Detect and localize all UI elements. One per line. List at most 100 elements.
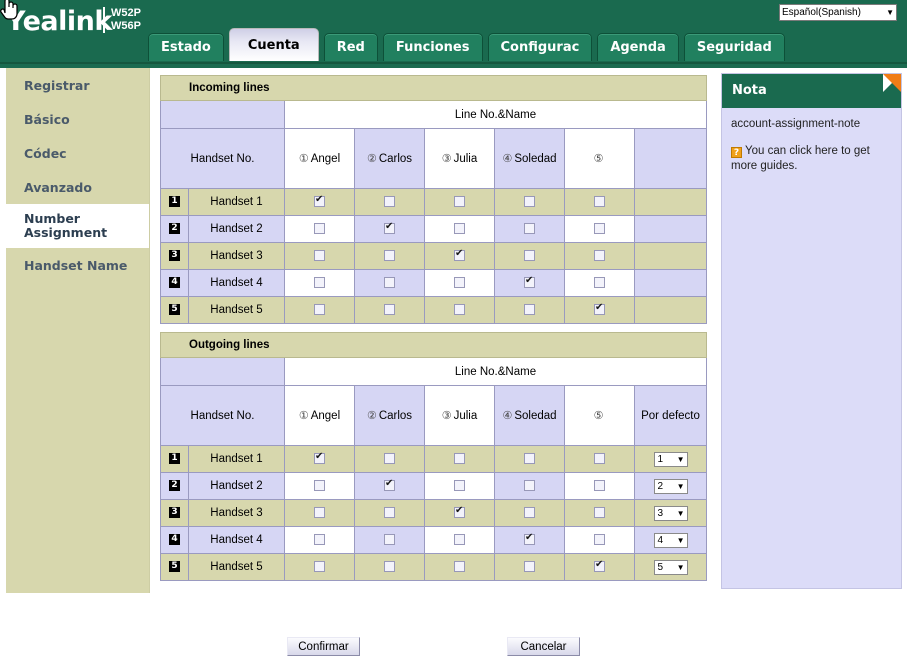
checkbox-unchecked[interactable] <box>384 561 395 572</box>
checkbox-unchecked[interactable] <box>524 453 535 464</box>
incoming-checkbox-cell[interactable] <box>565 243 635 270</box>
checkbox-unchecked[interactable] <box>384 304 395 315</box>
checkbox-unchecked[interactable] <box>524 223 535 234</box>
incoming-checkbox-cell[interactable] <box>425 243 495 270</box>
incoming-checkbox-cell[interactable] <box>355 243 425 270</box>
tab-estado[interactable]: Estado <box>148 33 224 61</box>
note-guide-line[interactable]: ?You can click here to get more guides. <box>731 144 892 174</box>
checkbox-unchecked[interactable] <box>594 250 605 261</box>
outgoing-checkbox-cell[interactable] <box>495 473 565 500</box>
checkbox-checked[interactable] <box>384 480 395 491</box>
confirm-button[interactable]: Confirmar <box>287 637 360 656</box>
checkbox-checked[interactable] <box>384 223 395 234</box>
outgoing-checkbox-cell[interactable] <box>565 554 635 581</box>
checkbox-checked[interactable] <box>314 196 325 207</box>
incoming-checkbox-cell[interactable] <box>355 216 425 243</box>
incoming-checkbox-cell[interactable] <box>285 243 355 270</box>
incoming-checkbox-cell[interactable] <box>565 270 635 297</box>
checkbox-unchecked[interactable] <box>384 534 395 545</box>
checkbox-checked[interactable] <box>524 277 535 288</box>
default-line-select[interactable]: 5▼ <box>654 560 688 575</box>
checkbox-unchecked[interactable] <box>524 304 535 315</box>
default-line-select-cell[interactable]: 2▼ <box>635 473 707 500</box>
incoming-checkbox-cell[interactable] <box>495 297 565 324</box>
incoming-checkbox-cell[interactable] <box>285 216 355 243</box>
sidebar-item-codec[interactable]: Códec <box>6 136 149 170</box>
checkbox-checked[interactable] <box>454 507 465 518</box>
incoming-checkbox-cell[interactable] <box>565 216 635 243</box>
outgoing-checkbox-cell[interactable] <box>355 500 425 527</box>
checkbox-unchecked[interactable] <box>314 223 325 234</box>
default-line-select-cell[interactable]: 5▼ <box>635 554 707 581</box>
checkbox-unchecked[interactable] <box>594 480 605 491</box>
incoming-checkbox-cell[interactable] <box>355 297 425 324</box>
checkbox-unchecked[interactable] <box>314 561 325 572</box>
checkbox-unchecked[interactable] <box>594 453 605 464</box>
tab-configurac[interactable]: Configurac <box>488 33 593 61</box>
checkbox-unchecked[interactable] <box>384 250 395 261</box>
cancel-button[interactable]: Cancelar <box>507 637 580 656</box>
sidebar-item-number-assignment[interactable]: Number Assignment <box>6 204 149 248</box>
checkbox-unchecked[interactable] <box>454 196 465 207</box>
default-line-select[interactable]: 1▼ <box>654 452 688 467</box>
incoming-checkbox-cell[interactable] <box>495 189 565 216</box>
outgoing-checkbox-cell[interactable] <box>565 527 635 554</box>
incoming-checkbox-cell[interactable] <box>355 270 425 297</box>
incoming-checkbox-cell[interactable] <box>425 297 495 324</box>
checkbox-checked[interactable] <box>594 561 605 572</box>
outgoing-checkbox-cell[interactable] <box>285 554 355 581</box>
outgoing-checkbox-cell[interactable] <box>355 473 425 500</box>
outgoing-checkbox-cell[interactable] <box>355 554 425 581</box>
incoming-checkbox-cell[interactable] <box>565 297 635 324</box>
checkbox-unchecked[interactable] <box>454 277 465 288</box>
checkbox-unchecked[interactable] <box>594 534 605 545</box>
incoming-checkbox-cell[interactable] <box>355 189 425 216</box>
checkbox-unchecked[interactable] <box>314 480 325 491</box>
outgoing-checkbox-cell[interactable] <box>285 473 355 500</box>
outgoing-checkbox-cell[interactable] <box>355 446 425 473</box>
checkbox-unchecked[interactable] <box>594 196 605 207</box>
checkbox-unchecked[interactable] <box>384 277 395 288</box>
checkbox-unchecked[interactable] <box>384 453 395 464</box>
checkbox-unchecked[interactable] <box>594 507 605 518</box>
checkbox-unchecked[interactable] <box>314 250 325 261</box>
checkbox-unchecked[interactable] <box>314 304 325 315</box>
checkbox-unchecked[interactable] <box>524 507 535 518</box>
sidebar-item-avanzado[interactable]: Avanzado <box>6 170 149 204</box>
outgoing-checkbox-cell[interactable] <box>355 527 425 554</box>
checkbox-unchecked[interactable] <box>384 507 395 518</box>
default-line-select[interactable]: 2▼ <box>654 479 688 494</box>
incoming-checkbox-cell[interactable] <box>565 189 635 216</box>
sidebar-item-handset-name[interactable]: Handset Name <box>6 248 149 282</box>
checkbox-unchecked[interactable] <box>524 196 535 207</box>
checkbox-unchecked[interactable] <box>314 507 325 518</box>
incoming-checkbox-cell[interactable] <box>285 270 355 297</box>
language-select[interactable]: Español(Spanish) ▼ <box>779 4 897 21</box>
incoming-checkbox-cell[interactable] <box>495 216 565 243</box>
checkbox-checked[interactable] <box>454 250 465 261</box>
incoming-checkbox-cell[interactable] <box>425 189 495 216</box>
outgoing-checkbox-cell[interactable] <box>565 500 635 527</box>
tab-cuenta[interactable]: Cuenta <box>229 28 319 61</box>
outgoing-checkbox-cell[interactable] <box>565 473 635 500</box>
outgoing-checkbox-cell[interactable] <box>285 446 355 473</box>
tab-agenda[interactable]: Agenda <box>597 33 679 61</box>
checkbox-unchecked[interactable] <box>454 453 465 464</box>
outgoing-checkbox-cell[interactable] <box>285 527 355 554</box>
outgoing-checkbox-cell[interactable] <box>425 527 495 554</box>
checkbox-unchecked[interactable] <box>524 561 535 572</box>
tab-funciones[interactable]: Funciones <box>383 33 483 61</box>
checkbox-checked[interactable] <box>314 453 325 464</box>
default-line-select-cell[interactable]: 1▼ <box>635 446 707 473</box>
checkbox-checked[interactable] <box>594 304 605 315</box>
default-line-select-cell[interactable]: 3▼ <box>635 500 707 527</box>
checkbox-unchecked[interactable] <box>314 277 325 288</box>
outgoing-checkbox-cell[interactable] <box>285 500 355 527</box>
checkbox-unchecked[interactable] <box>384 196 395 207</box>
incoming-checkbox-cell[interactable] <box>425 270 495 297</box>
checkbox-checked[interactable] <box>524 534 535 545</box>
incoming-checkbox-cell[interactable] <box>495 243 565 270</box>
outgoing-checkbox-cell[interactable] <box>495 500 565 527</box>
checkbox-unchecked[interactable] <box>594 277 605 288</box>
outgoing-checkbox-cell[interactable] <box>495 527 565 554</box>
